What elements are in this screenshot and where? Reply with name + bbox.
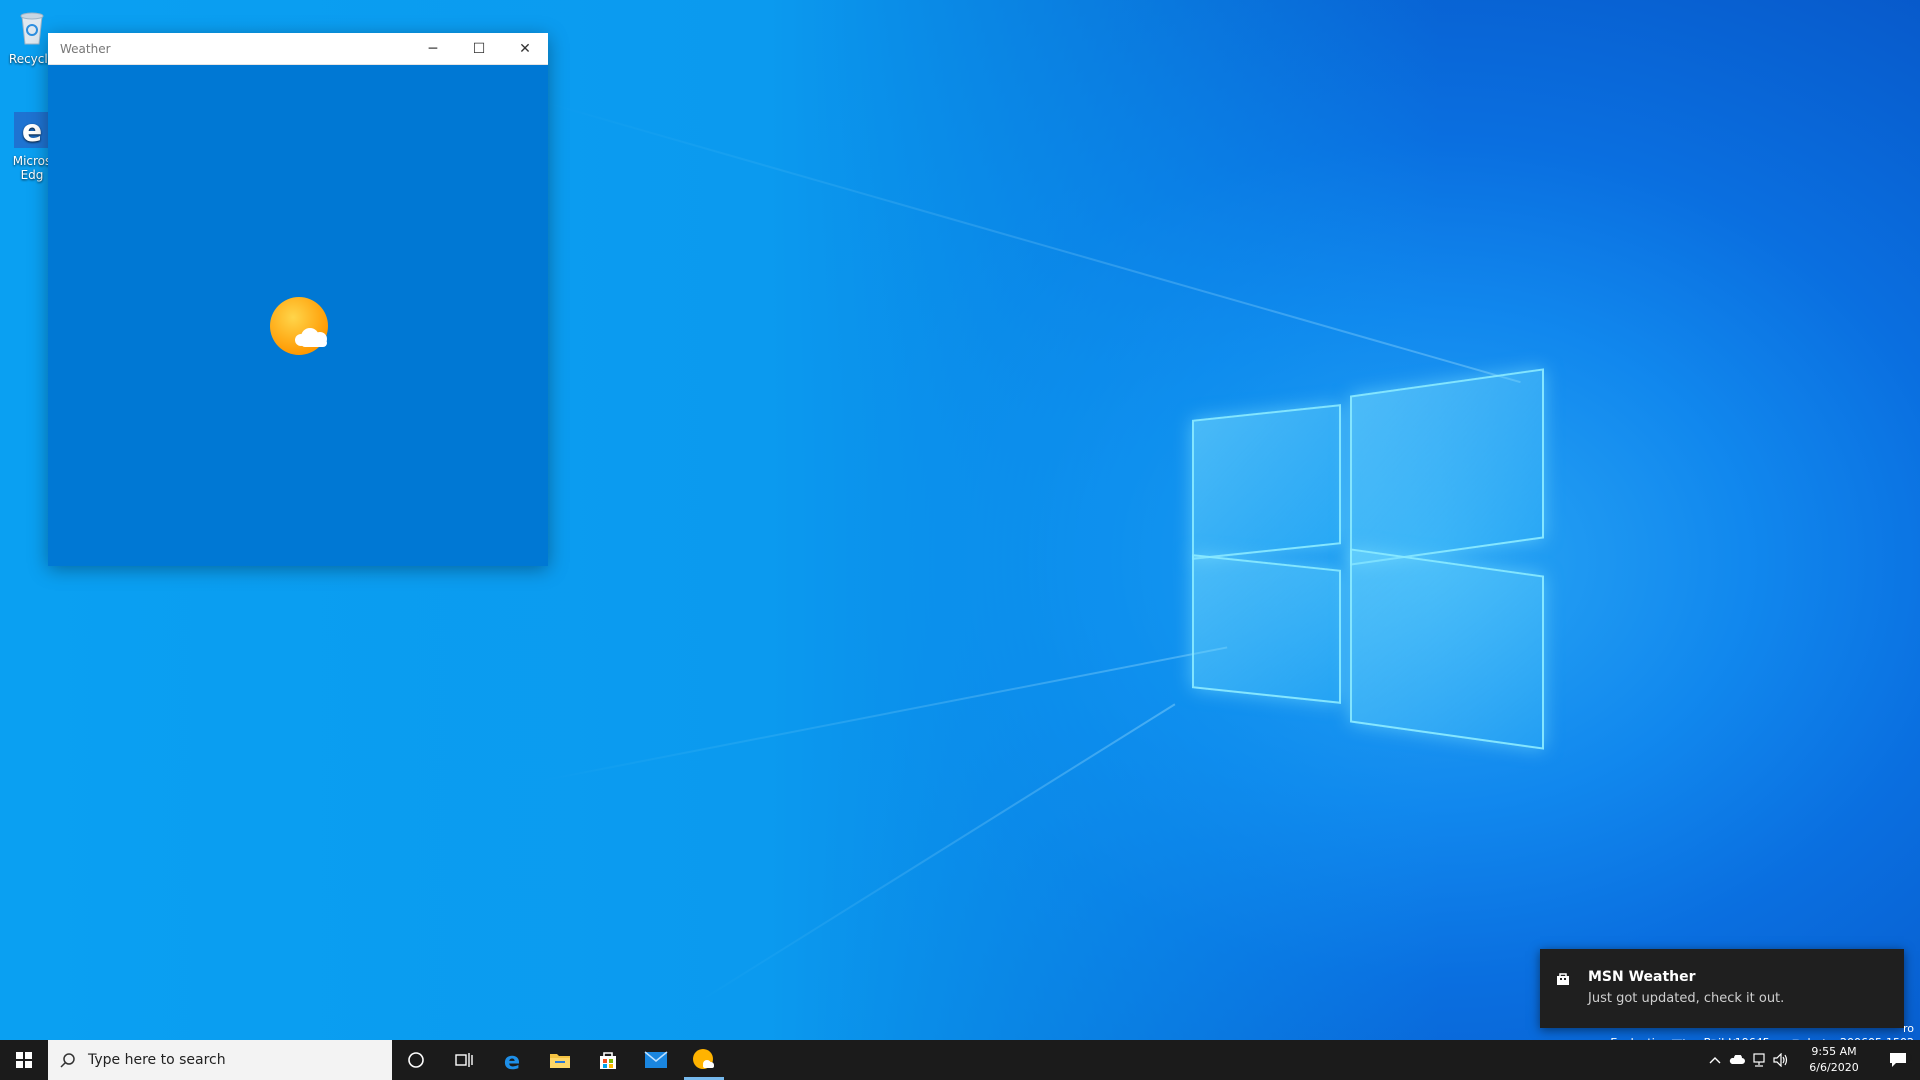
search-icon [48,1052,88,1068]
chevron-up-icon [1709,1057,1721,1064]
weather-window[interactable]: Weather ─ ☐ ✕ [48,33,548,566]
logo-pane-top-right [1350,368,1544,566]
svg-text:e: e [504,1048,520,1072]
sun-cloud-icon [268,295,334,361]
window-title: Weather [60,41,111,56]
notification-toast[interactable]: MSN Weather Just got updated, check it o… [1540,949,1904,1028]
folder-icon [550,1054,570,1068]
svg-text:e: e [22,114,42,149]
logo-pane-bottom-right [1350,548,1544,750]
logo-pane-top-left [1192,404,1341,560]
start-button[interactable] [0,1040,48,1080]
tray-overflow-button[interactable] [1704,1056,1726,1064]
sun-cloud-icon [693,1049,714,1069]
file-explorer-button[interactable] [536,1040,584,1080]
search-placeholder: Type here to search [88,1052,226,1068]
taskbar-search-box[interactable]: Type here to search [48,1040,392,1080]
edge-icon: e [12,110,52,150]
mail-button[interactable] [632,1040,680,1080]
mail-icon [644,1051,668,1068]
windows-start-icon [16,1052,32,1068]
store-bag-icon [600,1052,616,1069]
weather-splash [48,65,548,566]
speaker-icon [1773,1053,1788,1067]
cloud-icon [1729,1055,1745,1064]
notification-title: MSN Weather [1588,969,1696,985]
recycle-bin-icon [12,8,52,48]
watermark-line1: ro [1902,1022,1914,1035]
maximize-button[interactable]: ☐ [456,33,502,64]
edge-icon: e [504,1048,520,1072]
notification-icon [1890,1053,1906,1067]
clock-time: 9:55 AM [1811,1045,1857,1058]
taskbar-clock[interactable]: 9:55 AM 6/6/2020 [1792,1044,1876,1076]
store-button[interactable] [584,1040,632,1080]
logo-pane-bottom-left [1192,554,1341,704]
windows-logo [1192,368,1544,750]
action-center-button[interactable]: 1 [1876,1052,1920,1068]
notification-body: Just got updated, check it out. [1588,991,1785,1006]
weather-taskbar-button[interactable] [680,1040,728,1080]
network-tray-button[interactable] [1748,1053,1770,1067]
store-bag-icon [1556,971,1570,985]
cortana-icon [408,1052,424,1068]
minimize-button[interactable]: ─ [410,33,456,64]
volume-tray-button[interactable] [1770,1053,1792,1067]
taskbar: Type here to search e 9:55 AM 6/6/2020 1 [0,1040,1920,1080]
close-button[interactable]: ✕ [502,33,548,64]
edge-taskbar-button[interactable]: e [488,1040,536,1080]
cortana-button[interactable] [392,1040,440,1080]
system-tray: 9:55 AM 6/6/2020 1 [1704,1040,1920,1080]
task-view-button[interactable] [440,1040,488,1080]
network-icon [1753,1053,1765,1067]
notification-count-badge: 1 [1908,1054,1914,1064]
window-titlebar[interactable]: Weather ─ ☐ ✕ [48,33,548,65]
task-view-icon [455,1053,473,1067]
clock-date: 6/6/2020 [1809,1061,1859,1074]
onedrive-tray-button[interactable] [1726,1055,1748,1065]
